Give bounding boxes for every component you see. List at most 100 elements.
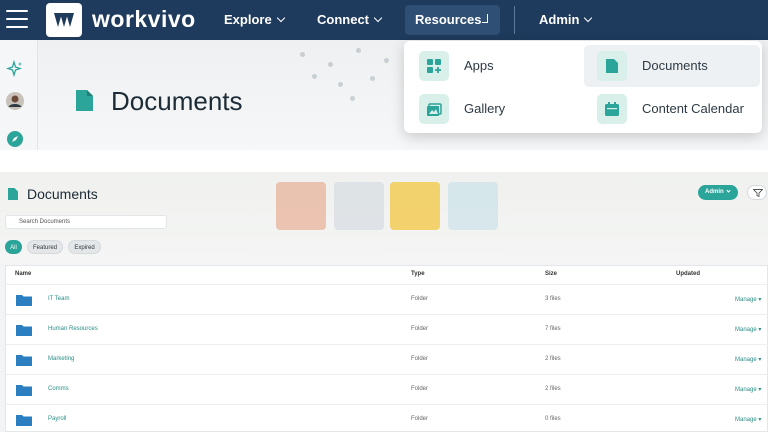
decorative-dot	[370, 76, 375, 81]
column-header-type[interactable]: Type	[411, 271, 425, 277]
decorative-dot	[384, 58, 389, 63]
row-name[interactable]: IT Team	[48, 296, 69, 302]
documents-title: Documents	[27, 186, 98, 202]
dropdown-item-apps[interactable]: Apps	[406, 45, 582, 87]
folder-icon	[16, 325, 32, 336]
workvivo-logo[interactable]	[46, 3, 82, 37]
compass-icon[interactable]	[6, 130, 24, 148]
chevron-down-icon	[726, 188, 731, 193]
banner-person-illustration	[390, 182, 440, 230]
filter-icon	[753, 189, 763, 197]
row-size: 0 files	[545, 416, 561, 422]
row-name[interactable]: Comms	[48, 386, 69, 392]
dropdown-item-content-calendar-label: Content Calendar	[642, 101, 744, 116]
decorative-dot	[356, 48, 361, 53]
calendar-icon	[597, 94, 627, 124]
manage-label: Manage	[735, 417, 757, 423]
decorative-dot	[350, 96, 355, 101]
document-icon	[76, 90, 93, 111]
documents-page: Documents Admin Search Documents All Fea…	[0, 172, 768, 432]
top-navigation-bar: workvivo Explore Connect Resources Admin	[0, 0, 768, 40]
decorative-dot	[300, 52, 305, 57]
row-size: 7 files	[545, 326, 561, 332]
brand-name: workvivo	[92, 6, 196, 32]
chevron-down-icon	[276, 13, 285, 23]
table-row[interactable]: Comms Folder 2 files Manage ▾	[6, 374, 768, 404]
search-documents-input[interactable]: Search Documents	[5, 215, 167, 229]
dropdown-item-documents[interactable]: Documents	[584, 45, 760, 87]
section-divider	[0, 150, 768, 172]
banner-person-illustration	[276, 182, 326, 230]
search-placeholder: Search Documents	[19, 219, 71, 225]
nav-connect-label: Connect	[317, 12, 369, 27]
table-row[interactable]: Payroll Folder 0 files Manage ▾	[6, 404, 768, 432]
nav-connect[interactable]: Connect	[317, 12, 383, 27]
hamburger-menu-icon[interactable]	[6, 10, 28, 28]
manage-dropdown[interactable]: Manage ▾	[735, 296, 761, 303]
decorative-dot	[328, 62, 333, 67]
dropdown-item-gallery[interactable]: Gallery	[406, 88, 582, 130]
nav-explore-label: Explore	[224, 12, 272, 27]
row-size: 3 files	[545, 296, 561, 302]
row-size: 2 files	[545, 386, 561, 392]
manage-dropdown[interactable]: Manage ▾	[735, 356, 761, 363]
hero-page-title: Documents	[111, 86, 243, 116]
dropdown-item-content-calendar[interactable]: Content Calendar	[584, 88, 760, 130]
nav-divider	[514, 6, 515, 34]
manage-label: Manage	[735, 327, 757, 333]
row-name[interactable]: Marketing	[48, 356, 74, 362]
row-type: Folder	[411, 416, 429, 422]
row-name[interactable]: Human Resources	[48, 326, 98, 332]
decorative-dot	[338, 82, 343, 87]
filter-chip-all[interactable]: All	[5, 240, 22, 254]
sparkle-icon[interactable]	[6, 60, 24, 78]
nav-resources[interactable]: Resources	[415, 12, 481, 27]
manage-label: Manage	[735, 297, 757, 303]
column-header-name[interactable]: Name	[15, 271, 31, 277]
nav-explore[interactable]: Explore	[224, 12, 285, 27]
column-header-size[interactable]: Size	[545, 271, 557, 277]
manage-dropdown[interactable]: Manage ▾	[735, 416, 761, 423]
table-row[interactable]: IT Team Folder 3 files Manage ▾	[6, 284, 768, 314]
folder-icon	[16, 295, 32, 306]
banner-person-illustration	[334, 182, 384, 230]
filter-chip-expired[interactable]: Expired	[68, 240, 101, 254]
filter-button[interactable]	[747, 185, 767, 200]
left-rail	[0, 40, 38, 150]
chevron-down-icon	[584, 13, 593, 23]
manage-dropdown[interactable]: Manage ▾	[735, 326, 761, 333]
admin-button-label: Admin	[705, 189, 724, 195]
row-type: Folder	[411, 386, 429, 392]
row-type: Folder	[411, 296, 429, 302]
nav-admin[interactable]: Admin	[539, 12, 593, 27]
user-avatar[interactable]	[6, 92, 24, 110]
table-row[interactable]: Human Resources Folder 7 files Manage ▾	[6, 314, 768, 344]
table-row[interactable]: Marketing Folder 2 files Manage ▾	[6, 344, 768, 374]
folder-icon	[16, 355, 32, 366]
dropdown-item-apps-label: Apps	[464, 58, 494, 73]
document-icon	[597, 51, 627, 81]
banner-person-illustration	[448, 182, 498, 230]
admin-button[interactable]: Admin	[698, 185, 738, 200]
folder-icon	[16, 385, 32, 396]
chevron-down-icon	[373, 13, 383, 23]
manage-label: Manage	[735, 357, 757, 363]
manage-dropdown[interactable]: Manage ▾	[735, 386, 761, 393]
decorative-dot	[312, 74, 317, 79]
pointer-cursor-icon	[482, 14, 488, 23]
resources-dropdown-menu: Apps Documents Gallery Content Calendar	[404, 41, 762, 133]
documents-table: Name Type Size Updated IT Team Folder 3 …	[5, 265, 768, 432]
workvivo-logo-icon	[54, 13, 74, 27]
manage-label: Manage	[735, 387, 757, 393]
row-name[interactable]: Payroll	[48, 416, 66, 422]
folder-icon	[16, 415, 32, 426]
dropdown-item-documents-label: Documents	[642, 58, 708, 73]
row-type: Folder	[411, 326, 429, 332]
apps-grid-icon	[419, 51, 449, 81]
document-icon	[8, 188, 18, 200]
nav-admin-label: Admin	[539, 12, 580, 27]
filter-chip-featured[interactable]: Featured	[27, 240, 63, 254]
gallery-icon	[419, 94, 449, 124]
row-size: 2 files	[545, 356, 561, 362]
column-header-updated[interactable]: Updated	[676, 271, 700, 277]
